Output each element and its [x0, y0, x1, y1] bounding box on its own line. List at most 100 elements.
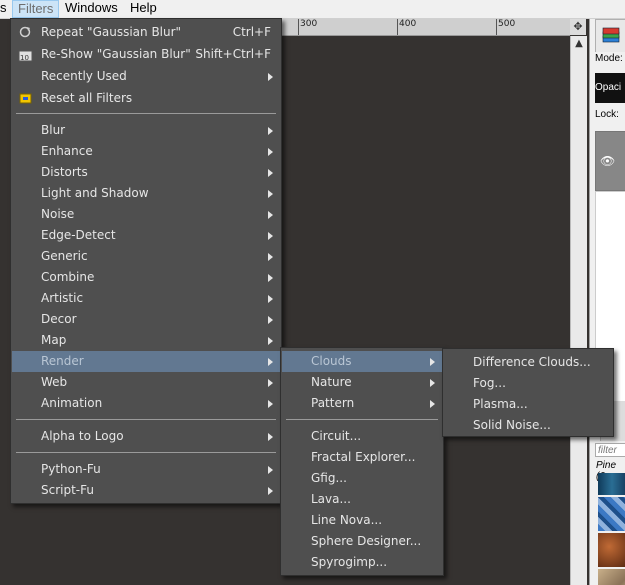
reshow-filter-icon: 10	[18, 50, 33, 62]
menu-item-distorts[interactable]: Distorts	[12, 162, 280, 183]
menu-item-nature[interactable]: Nature	[282, 372, 442, 393]
menu-item-spyrogimp[interactable]: Spyrogimp...	[282, 552, 442, 573]
menu-item-noise[interactable]: Noise	[12, 204, 280, 225]
svg-text:10: 10	[20, 54, 29, 62]
layer-row[interactable]: 👁	[595, 131, 625, 191]
menu-item-generic[interactable]: Generic	[12, 246, 280, 267]
menu-item-label: Line Nova...	[311, 513, 383, 527]
menu-item-animation[interactable]: Animation	[12, 393, 280, 414]
mode-label: Mode:	[595, 53, 623, 64]
menu-item-pattern[interactable]: Pattern	[282, 393, 442, 414]
menu-item-label: Blur	[41, 123, 66, 137]
menu-item-label: Artistic	[41, 291, 84, 305]
menu-item-map[interactable]: Map	[12, 330, 280, 351]
menu-item-label: Enhance	[41, 144, 93, 158]
filters-menu: Repeat "Gaussian Blur" Ctrl+F 10 Re-Show …	[10, 18, 282, 504]
menu-item-label: Repeat "Gaussian Blur"	[41, 25, 182, 39]
menu-item-artistic[interactable]: Artistic	[12, 288, 280, 309]
menubar-item-layer[interactable]: s	[0, 0, 12, 18]
submenu-arrow-icon	[268, 466, 273, 474]
menu-item-lava[interactable]: Lava...	[282, 489, 442, 510]
menu-item-label: Python-Fu	[41, 462, 101, 476]
menu-item-enhance[interactable]: Enhance	[12, 141, 280, 162]
menu-item-label: Render	[41, 354, 84, 368]
menu-item-label: Lava...	[311, 492, 351, 506]
menu-item-label: Recently Used	[41, 69, 127, 83]
reset-filters-icon	[19, 93, 32, 104]
submenu-arrow-icon	[268, 274, 273, 282]
menu-item-fog[interactable]: Fog...	[444, 373, 612, 394]
submenu-arrow-icon	[268, 73, 273, 81]
menu-item-label: Nature	[311, 375, 352, 389]
menu-item-python-fu[interactable]: Python-Fu	[12, 459, 280, 480]
pattern-swatch[interactable]	[598, 497, 625, 531]
submenu-arrow-icon	[268, 127, 273, 135]
menu-item-label: Decor	[41, 312, 77, 326]
clouds-submenu: Difference Clouds... Fog... Plasma... So…	[442, 348, 614, 437]
menu-item-label: Reset all Filters	[41, 91, 133, 105]
menu-item-label: Sphere Designer...	[311, 534, 422, 548]
menu-item-label: Clouds	[311, 354, 352, 368]
menu-item-difference-clouds[interactable]: Difference Clouds...	[444, 352, 612, 373]
menu-item-plasma[interactable]: Plasma...	[444, 394, 612, 415]
submenu-arrow-icon	[430, 358, 435, 366]
ruler-label: 400	[397, 19, 416, 35]
submenu-arrow-icon	[268, 358, 273, 366]
menu-item-shortcut: Shift+Ctrl+F	[195, 47, 271, 61]
pattern-swatch[interactable]	[598, 533, 625, 567]
menubar-item-windows[interactable]: Windows	[60, 0, 123, 18]
visibility-eye-icon[interactable]: 👁	[600, 154, 618, 168]
pattern-swatch[interactable]	[598, 569, 625, 585]
tab-layers[interactable]	[595, 19, 625, 52]
menu-item-script-fu[interactable]: Script-Fu	[12, 480, 280, 501]
menu-item-sphere-designer[interactable]: Sphere Designer...	[282, 531, 442, 552]
submenu-arrow-icon	[268, 148, 273, 156]
menu-item-label: Noise	[41, 207, 75, 221]
pattern-swatch[interactable]	[598, 473, 625, 495]
menu-item-alpha-to-logo[interactable]: Alpha to Logo	[12, 426, 280, 447]
submenu-arrow-icon	[268, 316, 273, 324]
menu-item-edge-detect[interactable]: Edge-Detect	[12, 225, 280, 246]
submenu-arrow-icon	[268, 211, 273, 219]
navigate-icon[interactable]: ✥	[570, 19, 586, 35]
menu-item-fractal-explorer[interactable]: Fractal Explorer...	[282, 447, 442, 468]
menu-item-label: Difference Clouds...	[473, 355, 591, 369]
menu-item-decor[interactable]: Decor	[12, 309, 280, 330]
menu-item-label: Fractal Explorer...	[311, 450, 416, 464]
menu-item-recently-used[interactable]: Recently Used	[12, 66, 280, 87]
menu-item-label: Combine	[41, 270, 95, 284]
menubar-item-filters[interactable]: Filters	[12, 0, 60, 18]
menu-item-label: Alpha to Logo	[41, 429, 124, 443]
menu-item-clouds[interactable]: Clouds	[282, 351, 442, 372]
menu-item-reset-filters[interactable]: Reset all Filters	[12, 88, 280, 109]
menubar-item-help[interactable]: Help	[125, 0, 162, 18]
menu-item-label: Generic	[41, 249, 88, 263]
layers-dock: Mode: Opaci Lock: 👁 filter Pine (6	[589, 19, 625, 585]
menu-item-label: Animation	[41, 396, 103, 410]
scroll-up-icon[interactable]: ▲	[571, 36, 587, 52]
menu-item-blur[interactable]: Blur	[12, 120, 280, 141]
submenu-arrow-icon	[268, 253, 273, 261]
menu-item-circuit[interactable]: Circuit...	[282, 426, 442, 447]
pattern-filter-input[interactable]: filter	[595, 443, 625, 457]
submenu-arrow-icon	[268, 169, 273, 177]
menu-separator	[16, 452, 276, 453]
menu-item-label: Fog...	[473, 376, 506, 390]
menu-item-combine[interactable]: Combine	[12, 267, 280, 288]
menu-item-label: Edge-Detect	[41, 228, 116, 242]
menu-item-label: Pattern	[311, 396, 355, 410]
vertical-scrollbar[interactable]: ▲	[570, 36, 587, 585]
menu-item-shortcut: Ctrl+F	[232, 25, 271, 39]
menu-item-label: Light and Shadow	[41, 186, 149, 200]
opacity-field[interactable]: Opaci	[595, 73, 625, 103]
menu-item-solid-noise[interactable]: Solid Noise...	[444, 415, 612, 436]
menu-item-line-nova[interactable]: Line Nova...	[282, 510, 442, 531]
menu-item-reshow-filter[interactable]: 10 Re-Show "Gaussian Blur" Shift+Ctrl+F	[12, 44, 280, 65]
submenu-arrow-icon	[268, 295, 273, 303]
menu-item-label: Web	[41, 375, 68, 389]
menu-item-repeat-filter[interactable]: Repeat "Gaussian Blur" Ctrl+F	[12, 22, 280, 43]
menu-item-web[interactable]: Web	[12, 372, 280, 393]
menu-item-render[interactable]: Render	[12, 351, 280, 372]
menu-item-gfig[interactable]: Gfig...	[282, 468, 442, 489]
menu-item-light-and-shadow[interactable]: Light and Shadow	[12, 183, 280, 204]
